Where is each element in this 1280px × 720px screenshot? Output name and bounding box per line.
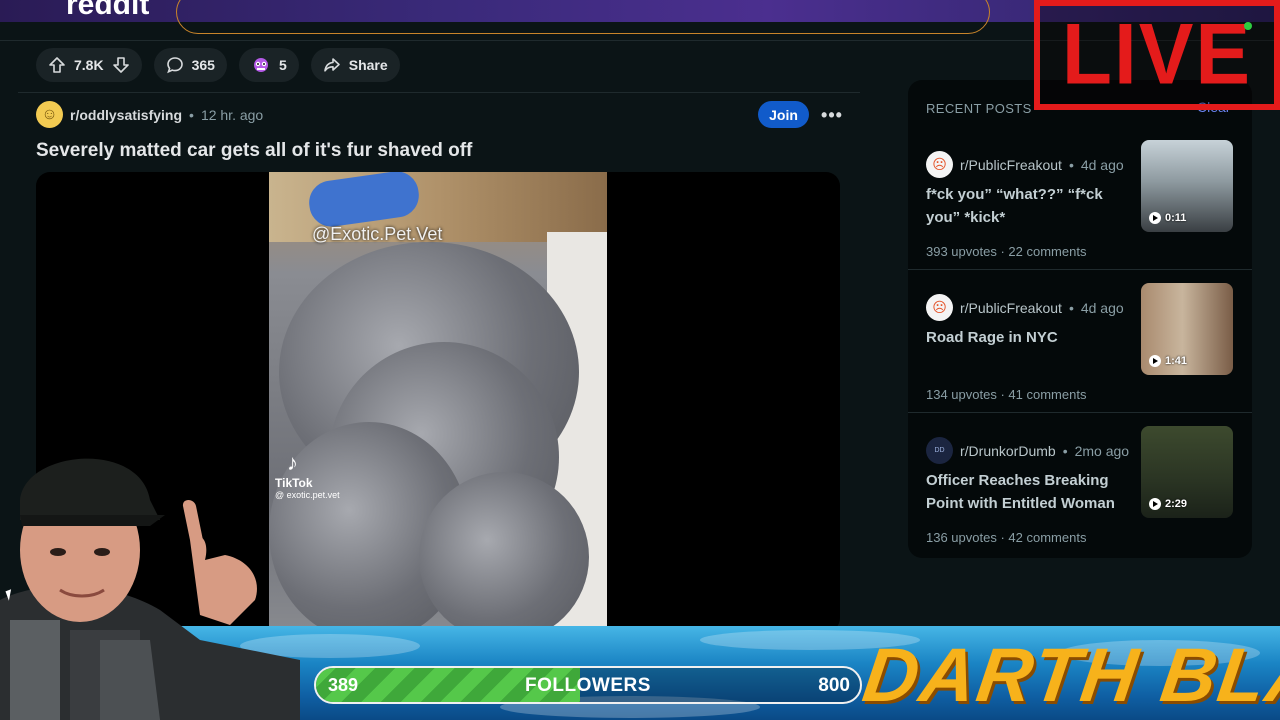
subreddit-avatar[interactable]: ☺ [36, 101, 63, 128]
video-watermark: @Exotic.Pet.Vet [312, 224, 443, 244]
status-dot-icon [1244, 22, 1252, 30]
subreddit-name[interactable]: r/oddlysatisfying [70, 107, 182, 123]
recent-post-item[interactable]: ☹ r/PublicFreakout • 4d ago f*ck you” “w… [908, 130, 1252, 270]
vote-control: 7.8K [36, 48, 142, 82]
video-frame: @Exotic.Pet.Vet ♪ TikTok @ exotic.pet.ve… [269, 172, 607, 632]
play-icon [1149, 498, 1161, 510]
comments-button[interactable]: 365 [153, 48, 227, 82]
video-duration: 1:41 [1149, 355, 1187, 367]
comment-count: 365 [191, 57, 215, 73]
share-button[interactable]: Share [310, 48, 400, 82]
recent-post-subreddit[interactable]: r/PublicFreakout [960, 157, 1062, 173]
recent-post-comments: 41 comments [1008, 387, 1087, 402]
recent-post-title[interactable]: f*ck you” “what??” “f*ck you” *kick* [926, 183, 1122, 229]
subreddit-avatar[interactable]: DD [926, 437, 953, 464]
recent-post-item[interactable]: ☹ r/PublicFreakout • 4d ago Road Rage in… [908, 273, 1252, 413]
post-action-bar: 7.8K 365 5 Share [36, 48, 400, 82]
subreddit-avatar[interactable]: ☹ [926, 294, 953, 321]
recent-post-upvotes: 134 upvotes [926, 387, 997, 402]
recent-post-upvotes: 136 upvotes [926, 530, 997, 545]
video-duration: 0:11 [1149, 212, 1186, 224]
video-duration: 2:29 [1149, 498, 1187, 510]
recent-posts-heading: RECENT POSTS [926, 101, 1032, 116]
recent-post-title[interactable]: Road Rage in NYC [926, 326, 1122, 349]
recent-post-comments: 42 comments [1008, 530, 1087, 545]
recent-posts-panel: RECENT POSTS Clear ☹ r/PublicFreakout • … [908, 80, 1252, 558]
recent-post-comments: 22 comments [1008, 244, 1087, 259]
post-divider [18, 92, 860, 93]
post-title[interactable]: Severely matted car gets all of it's fur… [36, 140, 472, 162]
recent-post-title[interactable]: Officer Reaches Breaking Point with Enti… [926, 469, 1122, 515]
join-button[interactable]: Join [758, 101, 809, 128]
share-label: Share [348, 57, 388, 73]
live-indicator: LIVE [1034, 0, 1280, 110]
recent-post-thumbnail[interactable]: 1:41 [1141, 283, 1233, 375]
subreddit-avatar[interactable]: ☹ [926, 151, 953, 178]
bullet-separator: • [1062, 442, 1068, 459]
upvote-icon[interactable] [48, 56, 66, 74]
share-icon [323, 58, 340, 72]
play-icon [1149, 355, 1161, 367]
recent-post-thumbnail[interactable]: 2:29 [1141, 426, 1233, 518]
recent-post-subreddit[interactable]: r/PublicFreakout [960, 300, 1062, 316]
webcam-overlay [0, 458, 300, 720]
live-label: LIVE [1061, 6, 1253, 103]
bullet-separator: • [1068, 299, 1074, 316]
reddit-logo[interactable]: reddit [66, 0, 149, 22]
followers-progress-bar: 389 FOLLOWERS 800 [314, 666, 862, 704]
search-input[interactable] [176, 0, 990, 34]
play-icon [1149, 212, 1161, 224]
award-button[interactable]: 5 [238, 48, 299, 82]
comment-icon [166, 57, 183, 74]
followers-label: FOLLOWERS [525, 675, 651, 696]
recent-post-upvotes: 393 upvotes [926, 244, 997, 259]
post-time: 12 hr. ago [200, 106, 264, 123]
cat-fur-shape [419, 472, 589, 632]
vote-count: 7.8K [74, 57, 104, 73]
recent-post-thumbnail[interactable]: 0:11 [1141, 140, 1233, 232]
recent-post-stats: 393 upvotes · 22 comments [926, 244, 1086, 259]
recent-post-stats: 134 upvotes · 41 comments [926, 387, 1086, 402]
bullet-separator: • [1068, 156, 1074, 173]
recent-post-item[interactable]: DD r/DrunkorDumb • 2mo ago Officer Reach… [908, 416, 1252, 556]
award-count: 5 [278, 57, 287, 73]
more-options-icon[interactable]: ••• [820, 103, 844, 127]
followers-goal: 800 [818, 675, 850, 696]
streamer-brand: DARTH BLAZE [858, 633, 1280, 718]
recent-post-subreddit[interactable]: r/DrunkorDumb [960, 443, 1056, 459]
recent-post-time: 4d ago [1080, 299, 1124, 316]
recent-post-time: 4d ago [1080, 156, 1124, 173]
item-divider [908, 269, 1252, 270]
award-icon [253, 58, 268, 72]
bullet-separator: • [189, 106, 194, 123]
recent-post-stats: 136 upvotes · 42 comments [926, 530, 1086, 545]
recent-post-time: 2mo ago [1074, 442, 1130, 459]
item-divider [908, 412, 1252, 413]
downvote-icon[interactable] [112, 56, 130, 74]
post-meta: ☺ r/oddlysatisfying • 12 hr. ago [36, 101, 263, 128]
